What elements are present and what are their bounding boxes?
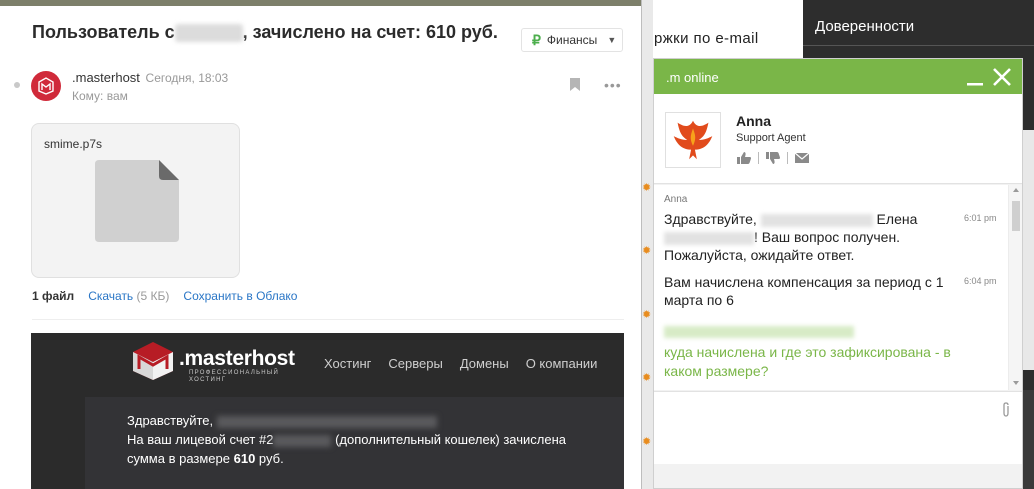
logo-subtitle: ПРОФЕССИОНАЛЬНЫЙ ХОСТИНГ (189, 370, 280, 383)
message-scrollbar[interactable] (1008, 185, 1022, 390)
divider (803, 45, 1034, 46)
message-time: 6:04 pm (964, 276, 997, 286)
banner-body: Здравствуйте, На ваш лицевой счет #2 (до… (85, 397, 624, 489)
divider (32, 319, 624, 320)
agent-info: Anna Support Agent (654, 94, 1022, 184)
message-text-part: Елена (872, 211, 918, 227)
message-input[interactable] (662, 400, 992, 456)
message-composer (654, 391, 1022, 464)
amount-value: 610 (233, 451, 256, 466)
message-author: Anna (664, 194, 688, 205)
scroll-up-arrow-icon[interactable] (1013, 188, 1019, 192)
redacted-text (664, 326, 854, 338)
client-message: куда начислена и где это зафиксирована -… (664, 344, 951, 379)
redacted-name (216, 415, 437, 428)
unread-dot[interactable] (14, 82, 20, 88)
redacted-account (273, 434, 332, 447)
attachment-count: 1 файл (32, 289, 75, 303)
subject-prefix: Пользователь с (32, 22, 175, 42)
mail-time: Сегодня, 18:03 (145, 71, 229, 85)
masterhost-logo-icon (38, 77, 54, 95)
chat-footer (654, 464, 1022, 488)
email-icon[interactable] (794, 151, 810, 165)
nav-hosting[interactable]: Хостинг (324, 356, 371, 371)
email-banner: .masterhost ПРОФЕССИОНАЛЬНЫЙ ХОСТИНГ Хос… (31, 333, 624, 489)
more-options-icon[interactable]: ••• (604, 78, 622, 92)
chat-title: .m online (666, 70, 719, 85)
gear-icon: ✹ (642, 182, 652, 194)
agent-role: Support Agent (736, 132, 806, 144)
account-line-prefix: На ваш лицевой счет #2 (127, 432, 274, 447)
account-line-suffix: (дополнительный кошелек) зачислена (331, 432, 566, 447)
sender-avatar (31, 71, 61, 101)
mail-subject: Пользователь с , зачислено на счет: 610 р… (32, 22, 498, 43)
recipient-line: Кому: вам (72, 89, 128, 103)
greeting: Здравствуйте, (127, 413, 214, 428)
chat-header[interactable]: .m online (654, 59, 1022, 94)
paperclip-icon[interactable] (1000, 402, 1012, 418)
folder-label: Финансы (546, 33, 598, 47)
masterhost-logo-icon (133, 342, 173, 380)
background-strip (1022, 130, 1034, 370)
message-list[interactable]: Anna Здравствуйте, Елена ! Ваш вопрос по… (654, 185, 1008, 390)
gear-icon: ✹ (642, 245, 652, 257)
thumbs-down-icon[interactable] (765, 151, 781, 165)
logo-text: .masterhost (179, 347, 295, 370)
nav-servers[interactable]: Серверы (388, 356, 442, 371)
banner-nav: Хостинг Серверы Домены О компании (324, 356, 597, 371)
redacted-name (664, 231, 754, 245)
chat-widget: .m online Anna Support Agent Anna Здравс… (653, 58, 1023, 489)
close-icon[interactable] (992, 67, 1012, 87)
nav-domains[interactable]: Домены (460, 356, 509, 371)
gear-icon: ✹ (642, 309, 652, 321)
minimize-icon[interactable] (966, 69, 984, 87)
amount-line-prefix: сумма в размере (127, 451, 234, 466)
agent-message: Здравствуйте, Елена ! Ваш вопрос получен… (664, 210, 954, 264)
save-to-cloud-link[interactable]: Сохранить в Облако (183, 289, 297, 303)
masterhost-logo[interactable]: .masterhost ПРОФЕССИОНАЛЬНЫЙ ХОСТИНГ (131, 341, 311, 383)
scroll-thumb[interactable] (1012, 201, 1020, 231)
redacted-name (760, 213, 873, 227)
sender-name[interactable]: .masterhost (72, 70, 140, 85)
folder-dropdown[interactable]: ₽ Финансы ▼ (521, 28, 623, 52)
amount-line-suffix: руб. (255, 451, 284, 466)
ruble-icon: ₽ (532, 31, 541, 48)
agent-actions (736, 151, 810, 165)
sender-line: .masterhost Сегодня, 18:03 (72, 70, 228, 85)
message-time: 6:01 pm (964, 213, 997, 223)
chevron-down-icon: ▼ (607, 35, 617, 45)
subject-suffix: , зачислено на счет: 610 руб. (242, 22, 498, 42)
thumbs-up-icon[interactable] (736, 151, 752, 165)
background-strip (1022, 390, 1034, 489)
download-link[interactable]: Скачать (88, 289, 133, 303)
attachment-filename: smime.p7s (44, 137, 103, 151)
agent-name: Anna (736, 113, 771, 129)
gear-icon: ✹ (642, 372, 652, 384)
message-text-part: Здравствуйте, (664, 211, 761, 227)
attachment-size: (5 КБ) (136, 289, 170, 303)
sidebar-item-powers-of-attorney[interactable]: Доверенности (815, 18, 914, 35)
bookmark-icon[interactable] (570, 78, 580, 91)
attachment-card[interactable]: smime.p7s (31, 123, 240, 278)
file-icon (95, 160, 179, 242)
scroll-down-arrow-icon[interactable] (1013, 381, 1019, 385)
redacted-username (174, 24, 243, 43)
attachment-bar: 1 файл Скачать (5 КБ) Сохранить в Облако (32, 289, 297, 303)
gear-icon: ✹ (642, 436, 652, 448)
divider (758, 152, 759, 164)
divider (787, 152, 788, 164)
background-page-text: ржки по e-mail (654, 30, 759, 47)
agent-message: Вам начислена компенсация за период с 1 … (664, 274, 944, 308)
agent-avatar (665, 112, 721, 168)
nav-about[interactable]: О компании (526, 356, 598, 371)
